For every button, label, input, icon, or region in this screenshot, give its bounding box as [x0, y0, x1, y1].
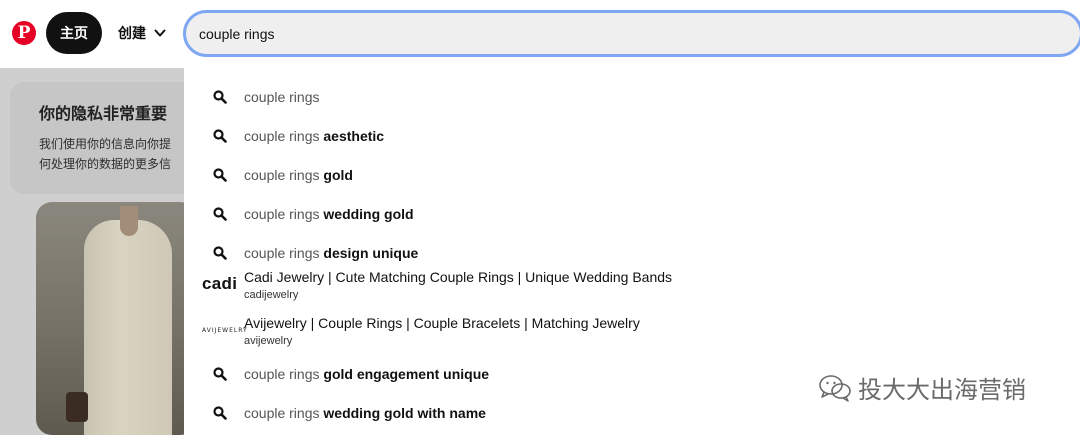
chevron-down-icon [154, 29, 166, 37]
suggestion-prefix: couple rings [244, 245, 320, 261]
suggestion-text: couple rings gold engagement unique [244, 366, 489, 382]
suggestion-prefix: couple rings [244, 167, 320, 183]
suggestion-item[interactable]: couple rings wedding gold with name [184, 403, 1080, 423]
search-bar[interactable] [183, 10, 1080, 57]
suggestion-completion: wedding gold [323, 206, 414, 222]
profile-title: Avijewelry | Couple Rings | Couple Brace… [244, 315, 640, 331]
search-icon [213, 406, 227, 420]
profile-username: cadijewelry [244, 289, 299, 301]
create-button[interactable]: 创建 [114, 12, 170, 54]
create-label: 创建 [118, 25, 146, 41]
search-icon [213, 246, 227, 260]
top-header: P 主页 创建 [0, 0, 1080, 68]
privacy-line: 何处理你的数据的更多信 [39, 157, 172, 171]
privacy-line: 我们使用你的信息向你提 [39, 137, 172, 151]
suggestion-completion: gold engagement unique [323, 366, 490, 382]
home-button[interactable]: 主页 [46, 12, 102, 54]
suggestion-item[interactable]: couple rings design unique [184, 243, 1080, 263]
profile-suggestion-cadi[interactable]: cadi Cadi Jewelry | Cute Matching Couple… [184, 269, 1080, 305]
suggestion-text: couple rings gold [244, 167, 353, 183]
suggestion-item[interactable]: couple rings aesthetic [184, 126, 1080, 146]
wechat-icon [819, 374, 851, 402]
suggestion-prefix: couple rings [244, 128, 320, 144]
pinterest-logo-icon[interactable]: P [12, 21, 36, 45]
profile-suggestion-avijewelry[interactable]: AVIJEWELRY Avijewelry | Couple Rings | C… [184, 315, 1080, 351]
search-input[interactable] [199, 25, 1080, 42]
watermark: 投大大出海营销 [818, 370, 1026, 405]
handbag [66, 392, 88, 422]
suggestion-prefix: couple rings [244, 89, 320, 105]
suggestion-text: couple rings [244, 89, 320, 105]
suggestion-prefix: couple rings [244, 405, 320, 421]
suggestion-completion: aesthetic [323, 128, 385, 144]
suggestion-item[interactable]: couple rings gold [184, 165, 1080, 185]
search-icon [213, 168, 227, 182]
suggestion-text: couple rings aesthetic [244, 128, 384, 144]
suggestion-completion: design unique [323, 245, 419, 261]
suggestion-text: couple rings wedding gold [244, 206, 414, 222]
search-icon [213, 207, 227, 221]
profile-title: Cadi Jewelry | Cute Matching Couple Ring… [244, 269, 673, 285]
pinterest-page: 你的隐私非常重要 我们使用你的信息向你提 何处理你的数据的更多信 P 主页 创建… [0, 0, 1080, 435]
suggestion-text: couple rings design unique [244, 245, 418, 261]
search-icon [213, 129, 227, 143]
profile-username: avijewelry [244, 335, 293, 347]
suggestion-item[interactable]: couple rings wedding gold [184, 204, 1080, 224]
privacy-notice-card: 你的隐私非常重要 我们使用你的信息向你提 何处理你的数据的更多信 [10, 82, 210, 194]
avijewelry-brand-logo: AVIJEWELRY [202, 327, 248, 334]
pin-image-card[interactable] [36, 202, 196, 435]
suggestion-text: couple rings wedding gold with name [244, 405, 486, 421]
suggestion-completion: gold [323, 167, 353, 183]
privacy-body: 我们使用你的信息向你提 何处理你的数据的更多信 [39, 134, 184, 174]
suggestion-completion: wedding gold with name [323, 405, 486, 421]
logo-letter: P [17, 23, 31, 43]
cadi-brand-logo: cadi [202, 274, 238, 293]
dress-figure [84, 220, 172, 435]
watermark-text: 投大大出海营销 [858, 376, 1026, 404]
suggestion-prefix: couple rings [244, 206, 320, 222]
search-icon [213, 367, 227, 381]
suggestion-item[interactable]: couple rings [184, 87, 1080, 107]
suggestion-prefix: couple rings [244, 366, 320, 382]
dress-neckline [120, 206, 138, 236]
search-icon [213, 90, 227, 104]
